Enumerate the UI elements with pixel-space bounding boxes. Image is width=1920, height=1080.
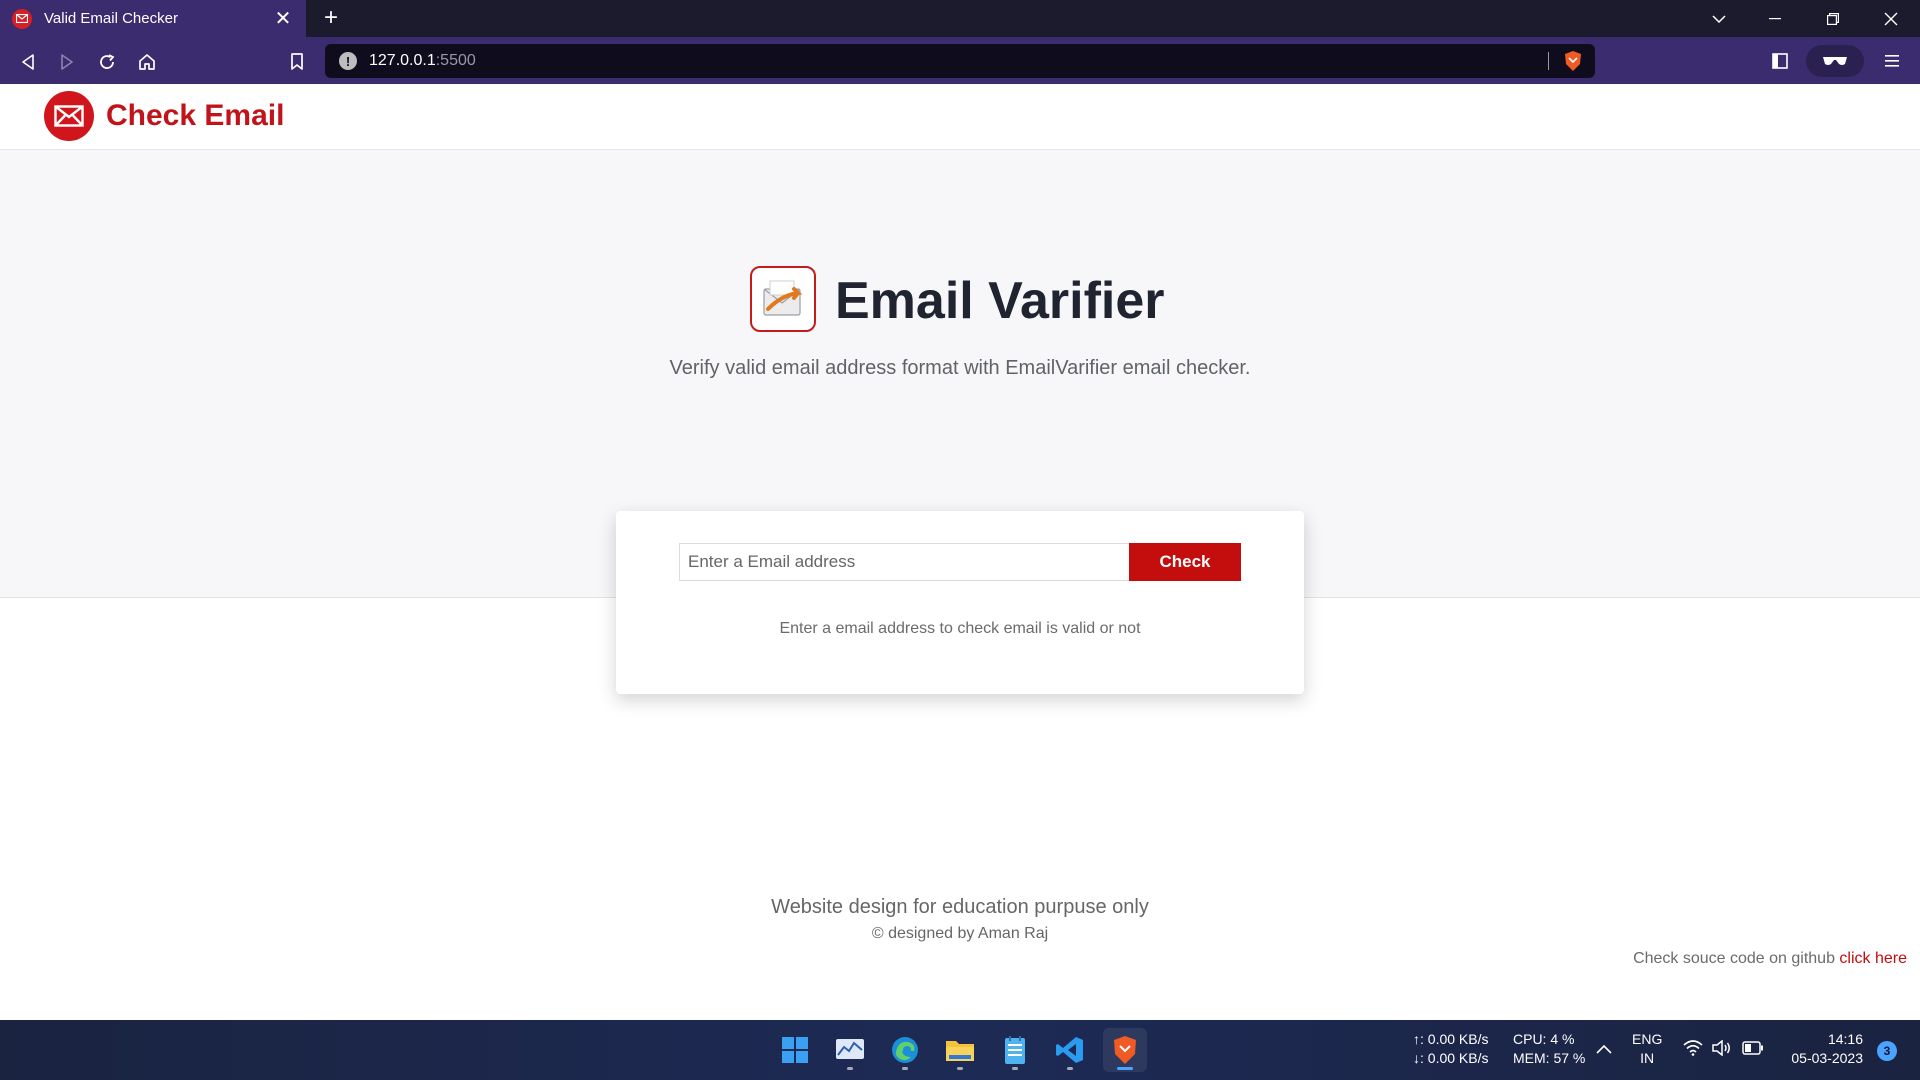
- system-usage: CPU: 4 % MEM: 57 %: [1513, 1030, 1585, 1068]
- url-host: 127.0.0.1: [369, 52, 436, 69]
- github-text: Check souce code on github: [1633, 950, 1840, 967]
- app-active-indicator: [1117, 1067, 1133, 1070]
- email-checker-card: Check Enter a email address to check ema…: [616, 511, 1304, 694]
- browser-tab-active[interactable]: Valid Email Checker ✕: [0, 0, 306, 37]
- cpu-usage: CPU: 4 %: [1513, 1031, 1575, 1047]
- battery-icon[interactable]: [1742, 1041, 1764, 1060]
- footer-disclaimer: Website design for education purpuse onl…: [771, 896, 1149, 918]
- url-divider: [1548, 52, 1549, 70]
- language-code: ENG: [1632, 1031, 1663, 1047]
- app-running-indicator: [847, 1067, 853, 1070]
- net-download: ↓: 0.00 KB/s: [1413, 1050, 1489, 1066]
- check-button[interactable]: Check: [1129, 543, 1241, 581]
- home-icon[interactable]: [132, 47, 162, 77]
- language-indicator[interactable]: ENG IN: [1632, 1030, 1662, 1068]
- email-envelope-icon: [750, 266, 816, 332]
- new-tab-button[interactable]: +: [318, 6, 344, 32]
- browser-tab-bar: Valid Email Checker ✕ +: [0, 0, 1920, 37]
- email-input[interactable]: [679, 543, 1129, 581]
- notification-badge[interactable]: 3: [1877, 1041, 1897, 1061]
- mem-usage: MEM: 57 %: [1513, 1050, 1586, 1066]
- minimize-button[interactable]: [1748, 0, 1802, 37]
- back-icon[interactable]: [13, 47, 43, 77]
- tab-close-icon[interactable]: ✕: [272, 9, 294, 29]
- tab-search-chevron-icon[interactable]: [1692, 0, 1746, 37]
- net-upload: ↑: 0.00 KB/s: [1413, 1031, 1489, 1047]
- site-info-icon[interactable]: !: [339, 52, 357, 70]
- network-speed: ↑: 0.00 KB/s ↓: 0.00 KB/s: [1413, 1030, 1488, 1068]
- edge-browser-icon[interactable]: [883, 1028, 927, 1072]
- mail-logo-icon[interactable]: [44, 91, 94, 141]
- brave-wallet-icon[interactable]: [1806, 45, 1864, 77]
- windows-taskbar: ↑: 0.00 KB/s ↓: 0.00 KB/s CPU: 4 % MEM: …: [0, 1020, 1920, 1080]
- file-explorer-icon[interactable]: [938, 1028, 982, 1072]
- address-bar[interactable]: ! 127.0.0.1 :5500: [325, 44, 1595, 78]
- url-port: :5500: [435, 52, 476, 69]
- browser-toolbar: ! 127.0.0.1 :5500: [0, 37, 1920, 84]
- bookmark-icon[interactable]: [282, 47, 312, 77]
- brave-shield-icon[interactable]: [1563, 50, 1583, 72]
- notepad-icon[interactable]: [993, 1028, 1037, 1072]
- clock-time: 14:16: [1827, 1031, 1863, 1047]
- stock-chart-app-icon[interactable]: [828, 1028, 872, 1072]
- restore-button[interactable]: [1806, 0, 1860, 37]
- wifi-icon[interactable]: [1683, 1040, 1703, 1061]
- menu-icon[interactable]: [1876, 45, 1908, 77]
- app-running-indicator: [1012, 1067, 1018, 1070]
- app-running-indicator: [902, 1067, 908, 1070]
- app-running-indicator: [957, 1067, 963, 1070]
- page-title: Email Varifier: [835, 272, 1165, 330]
- github-link[interactable]: click here: [1839, 950, 1907, 967]
- windows-start-icon[interactable]: [773, 1028, 817, 1072]
- show-hidden-icons-chevron-icon[interactable]: [1596, 1040, 1612, 1059]
- clock[interactable]: 14:16 05-03-2023: [1781, 1030, 1863, 1068]
- forward-icon[interactable]: [52, 47, 82, 77]
- volume-icon[interactable]: [1712, 1039, 1732, 1061]
- mail-favicon-icon: [12, 8, 32, 29]
- footer-credit: © designed by Aman Raj: [871, 925, 1049, 942]
- web-page: Check Email Email Varifier Verify valid …: [0, 84, 1920, 1020]
- clock-date: 05-03-2023: [1791, 1050, 1863, 1066]
- sidebar-toggle-icon[interactable]: [1764, 45, 1796, 77]
- result-message: Enter a email address to check email is …: [779, 620, 1141, 637]
- vscode-icon[interactable]: [1048, 1028, 1092, 1072]
- github-source-note: Check souce code on github click here: [1633, 950, 1907, 968]
- brave-browser-icon[interactable]: [1103, 1028, 1147, 1072]
- reload-icon[interactable]: [92, 47, 122, 77]
- region-code: IN: [1640, 1050, 1655, 1066]
- tab-title: Valid Email Checker: [44, 10, 178, 27]
- site-logo-text[interactable]: Check Email: [106, 99, 284, 133]
- close-window-button[interactable]: [1864, 0, 1918, 37]
- app-running-indicator: [1067, 1067, 1073, 1070]
- page-subtitle: Verify valid email address format with E…: [669, 357, 1251, 379]
- site-header: Check Email: [0, 84, 1920, 150]
